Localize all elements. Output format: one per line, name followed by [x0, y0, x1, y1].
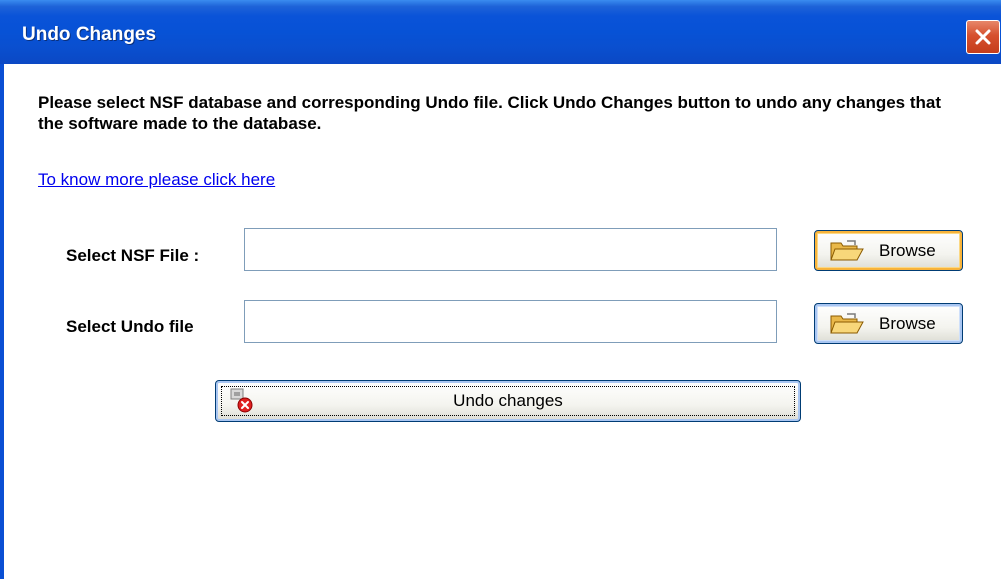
window-title: Undo Changes: [22, 24, 157, 45]
browse-undo-label: Browse: [879, 314, 936, 333]
dialog-body: Please select NSF database and correspon…: [4, 64, 1001, 579]
close-icon: [975, 29, 991, 45]
undo-file-label: Select Undo file: [66, 317, 194, 336]
folder-open-icon: [830, 313, 864, 334]
close-button[interactable]: [966, 20, 1000, 54]
instructions-text: Please select NSF database and correspon…: [38, 93, 942, 133]
undo-changes-dialog: Undo Changes Please select NSF database …: [0, 0, 1001, 579]
undo-file-input[interactable]: [244, 300, 777, 343]
title-bar[interactable]: Undo Changes: [0, 0, 1001, 64]
undo-changes-label: Undo changes: [453, 391, 563, 410]
nsf-file-label: Select NSF File :: [66, 246, 200, 265]
know-more-link[interactable]: To know more please click here: [38, 170, 275, 190]
nsf-file-input[interactable]: [244, 228, 777, 271]
folder-open-icon: [830, 240, 864, 261]
undo-changes-button[interactable]: Undo changes: [215, 380, 801, 422]
browse-undo-button[interactable]: Browse: [814, 303, 963, 344]
browse-nsf-button[interactable]: Browse: [814, 230, 963, 271]
browse-nsf-label: Browse: [879, 241, 936, 260]
